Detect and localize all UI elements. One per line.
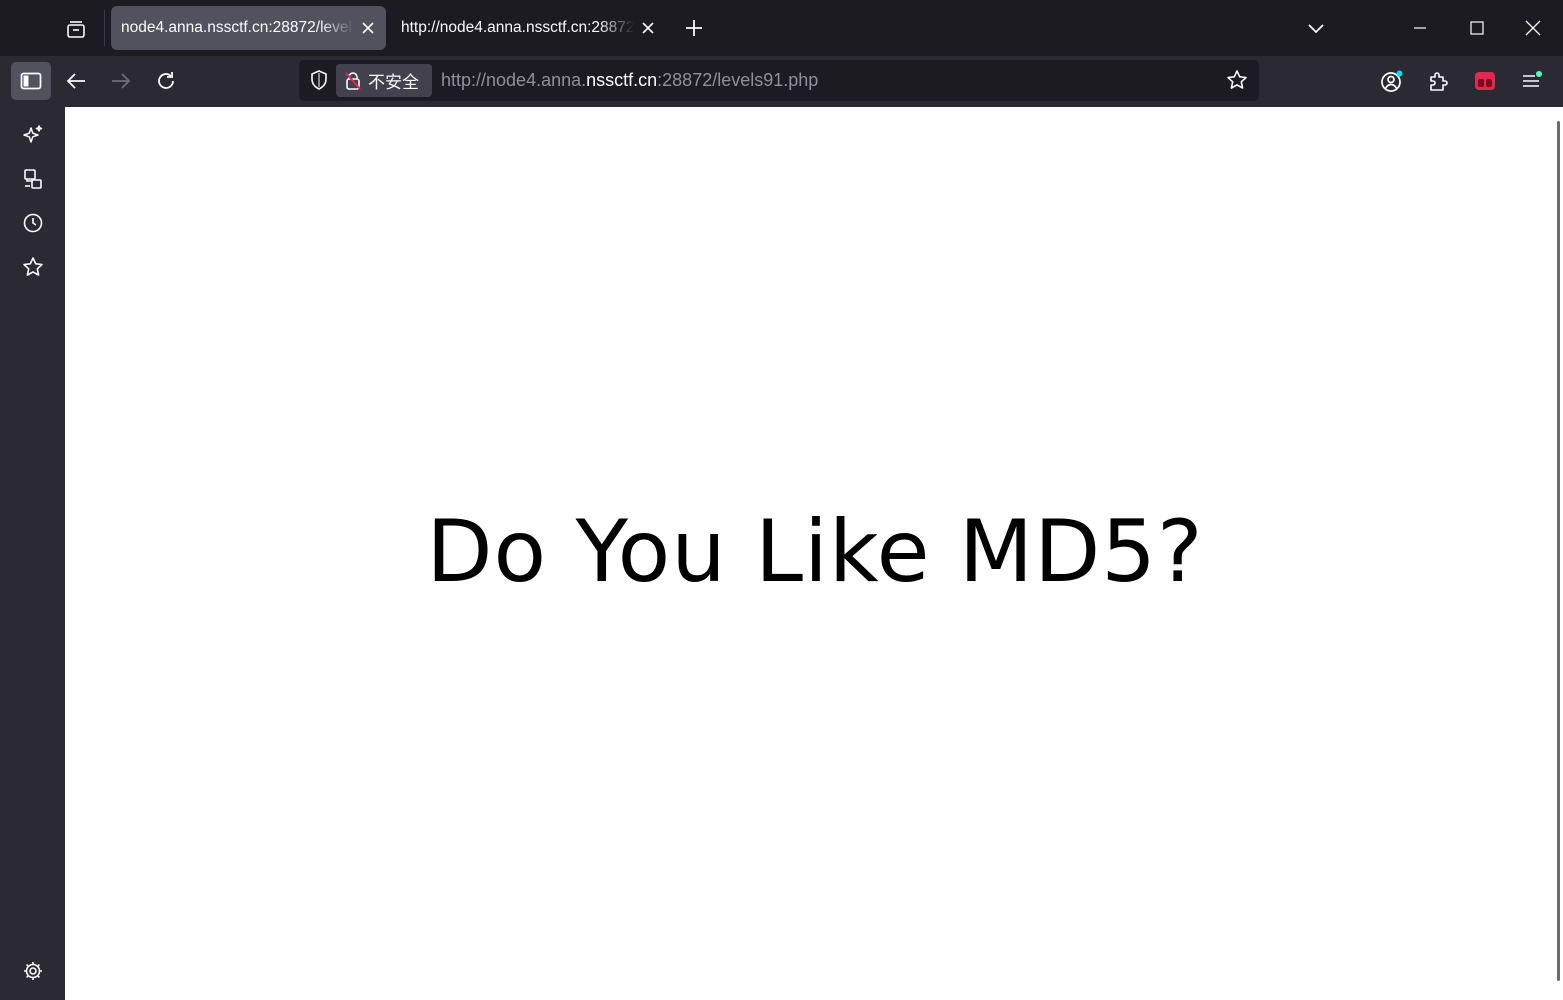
app-menu-button[interactable] [1511, 62, 1551, 100]
sidebar-icon [20, 72, 42, 90]
menu-icon [1520, 70, 1542, 92]
account-icon [1379, 68, 1405, 94]
page-scrollbar[interactable] [1557, 121, 1560, 981]
maximize-icon [1470, 21, 1484, 35]
page-content: Do You Like MD5? [65, 107, 1563, 1000]
history-clock-icon [22, 212, 44, 234]
tab-active[interactable]: node4.anna.nssctf.cn:28872/levels91.php [111, 6, 386, 50]
sidebar-settings-button[interactable] [13, 951, 53, 991]
tab-inactive[interactable]: http://node4.anna.nssctf.cn:28872/levels… [391, 6, 666, 50]
bookmarks-star-icon [22, 256, 44, 278]
page-heading: Do You Like MD5? [426, 502, 1204, 602]
back-icon [66, 72, 86, 90]
maximize-button[interactable] [1449, 0, 1505, 56]
sidebar-ai-chat-button[interactable] [13, 115, 53, 155]
tab-strip: node4.anna.nssctf.cn:28872/levels91.php … [0, 0, 1563, 56]
extensions-button[interactable] [1418, 62, 1458, 100]
extensions-icon [1427, 70, 1449, 92]
minimize-button[interactable] [1392, 0, 1448, 56]
tracking-protection-button[interactable] [305, 66, 333, 94]
extension-button[interactable] [1465, 62, 1505, 100]
sidebar-history-button[interactable] [13, 203, 53, 243]
close-window-icon [1525, 20, 1541, 36]
tab-title: node4.anna.nssctf.cn:28872/levels91.php [121, 19, 354, 36]
minimize-icon [1413, 21, 1427, 35]
tab-divider [104, 10, 105, 46]
sidebar [0, 107, 65, 1000]
back-button[interactable] [56, 62, 96, 100]
url-text[interactable]: http://node4.anna.nssctf.cn:28872/levels… [441, 70, 818, 91]
url-host: nssctf.cn [586, 70, 658, 90]
navigation-toolbar: 不安全 http://node4.anna.nssctf.cn:28872/le… [0, 56, 1563, 107]
settings-gear-icon [22, 960, 44, 982]
bookmark-page-button[interactable] [1223, 66, 1251, 94]
tab-title: http://node4.anna.nssctf.cn:28872/levels… [401, 19, 634, 36]
insecure-lock-icon [344, 71, 362, 91]
forward-button[interactable] [101, 62, 141, 100]
security-label: 不安全 [368, 73, 419, 93]
close-window-button[interactable] [1505, 0, 1561, 56]
reload-button[interactable] [146, 62, 186, 100]
site-security-button[interactable]: 不安全 [336, 64, 432, 97]
tab-overview-icon [65, 19, 87, 41]
new-tab-button[interactable] [678, 12, 710, 44]
extension-red-icon [1474, 70, 1496, 92]
bookmark-star-icon [1226, 69, 1248, 91]
plus-icon [685, 19, 703, 37]
url-suffix: :28872/levels91.php [657, 70, 819, 90]
sidebar-toggle-button[interactable] [11, 62, 51, 100]
chevron-down-icon [1307, 22, 1325, 34]
close-icon [362, 22, 374, 34]
sidebar-synced-tabs-button[interactable] [13, 159, 53, 199]
forward-icon [111, 72, 131, 90]
reload-icon [156, 71, 176, 91]
list-all-tabs-button[interactable] [1300, 12, 1332, 44]
ai-chat-sparkle-icon [22, 124, 44, 146]
close-icon [642, 22, 654, 34]
synced-tabs-icon [22, 168, 44, 190]
tab-close-button[interactable] [638, 18, 658, 38]
account-button[interactable] [1372, 62, 1412, 100]
url-bar[interactable]: 不安全 http://node4.anna.nssctf.cn:28872/le… [299, 60, 1259, 101]
tab-close-button[interactable] [358, 18, 378, 38]
url-prefix: http://node4.anna. [441, 70, 587, 90]
sidebar-bookmarks-button[interactable] [13, 247, 53, 287]
shield-icon [310, 70, 328, 90]
tab-overview-button[interactable] [56, 10, 96, 50]
